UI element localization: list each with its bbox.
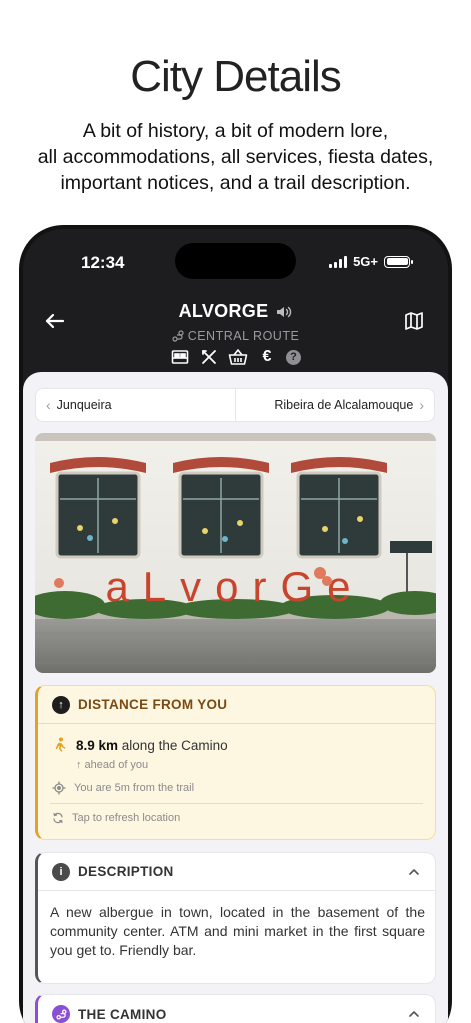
phone-screen: 12:34 5G+ ALVORGE CENTRAL ROUTE € ? ‹ Ju… [23, 229, 448, 1023]
city-title: ALVORGE [23, 301, 448, 322]
battery-icon [384, 255, 413, 268]
description-text: A new albergue in town, located in the b… [50, 904, 425, 958]
basket-icon[interactable] [228, 347, 248, 367]
content-panel: ‹ Junqueira Ribeira de Alcalamouque › aL… [23, 372, 448, 1023]
location-target-icon [52, 781, 66, 795]
route-label: CENTRAL ROUTE [23, 329, 448, 343]
divider [50, 803, 423, 804]
chevron-up-icon[interactable] [407, 1007, 421, 1021]
description-card: i DESCRIPTION A new albergue in town, lo… [35, 852, 436, 984]
signal-icon [329, 255, 348, 268]
help-icon[interactable]: ? [286, 349, 301, 365]
description-header[interactable]: i DESCRIPTION [38, 853, 435, 891]
status-indicators: 5G+ [329, 254, 413, 269]
next-city-link[interactable]: Ribeira de Alcalamouque › [236, 389, 435, 421]
speaker-icon[interactable] [276, 305, 292, 319]
camino-card: THE CAMINO [35, 994, 436, 1023]
walker-icon [55, 737, 66, 752]
dynamic-island [175, 243, 296, 279]
trail-offset-text: You are 5m from the trail [74, 782, 195, 794]
fork-knife-icon[interactable] [199, 347, 219, 367]
route-name: CENTRAL ROUTE [187, 329, 300, 343]
euro-icon[interactable]: € [257, 347, 277, 367]
distance-value: 8.9 km [76, 737, 119, 753]
info-icon: i [52, 862, 70, 881]
distance-value-row: 8.9 km along the Camino [38, 737, 435, 753]
status-time: 12:34 [81, 253, 125, 272]
route-icon [52, 1005, 70, 1023]
arrow-up-icon: ↑ [52, 695, 70, 714]
trail-offset-row: You are 5m from the trail [38, 781, 435, 795]
distance-direction: ↑ ahead of you [76, 759, 149, 771]
refresh-label: Tap to refresh location [72, 812, 181, 824]
next-city-name: Ribeira de Alcalamouque [274, 398, 414, 412]
camino-header[interactable]: THE CAMINO [38, 995, 435, 1023]
chevron-right-icon: › [419, 397, 424, 413]
refresh-icon [53, 812, 63, 824]
camino-title: THE CAMINO [78, 1006, 167, 1022]
route-icon [172, 330, 184, 342]
subtitle-line: important notices, and a trail descripti… [60, 172, 411, 194]
distance-title: DISTANCE FROM YOU [78, 697, 228, 712]
map-button[interactable] [404, 311, 426, 333]
page-title: City Details [130, 52, 342, 101]
distance-header: ↑ DISTANCE FROM YOU [38, 686, 435, 724]
city-name: ALVORGE [178, 301, 269, 321]
network-label: 5G+ [353, 254, 378, 269]
phone-frame: 12:34 5G+ ALVORGE CENTRAL ROUTE € ? ‹ Ju… [19, 225, 452, 1023]
distance-suffix: along the Camino [121, 737, 228, 753]
neighbor-navigation: ‹ Junqueira Ribeira de Alcalamouque › [35, 388, 435, 422]
map-icon [405, 312, 423, 330]
previous-city-name: Junqueira [56, 398, 112, 412]
photo-sign-text: aLvorGe [105, 563, 364, 610]
services-row: € ? [23, 347, 448, 367]
bed-icon[interactable] [170, 347, 190, 367]
subtitle-line: A bit of history, a bit of modern lore, [82, 120, 389, 142]
city-photo: aLvorGe [35, 433, 436, 673]
distance-card[interactable]: ↑ DISTANCE FROM YOU 8.9 km along the Cam… [35, 685, 436, 840]
chevron-up-icon[interactable] [407, 865, 421, 879]
description-title: DESCRIPTION [78, 864, 174, 879]
subtitle-line: all accommodations, all services, fiesta… [37, 146, 434, 168]
previous-city-link[interactable]: ‹ Junqueira [36, 389, 236, 421]
chevron-left-icon: ‹ [46, 397, 51, 413]
page-subtitle: A bit of history, a bit of modern lore, … [20, 118, 451, 196]
refresh-location-button[interactable]: Tap to refresh location [38, 812, 435, 824]
